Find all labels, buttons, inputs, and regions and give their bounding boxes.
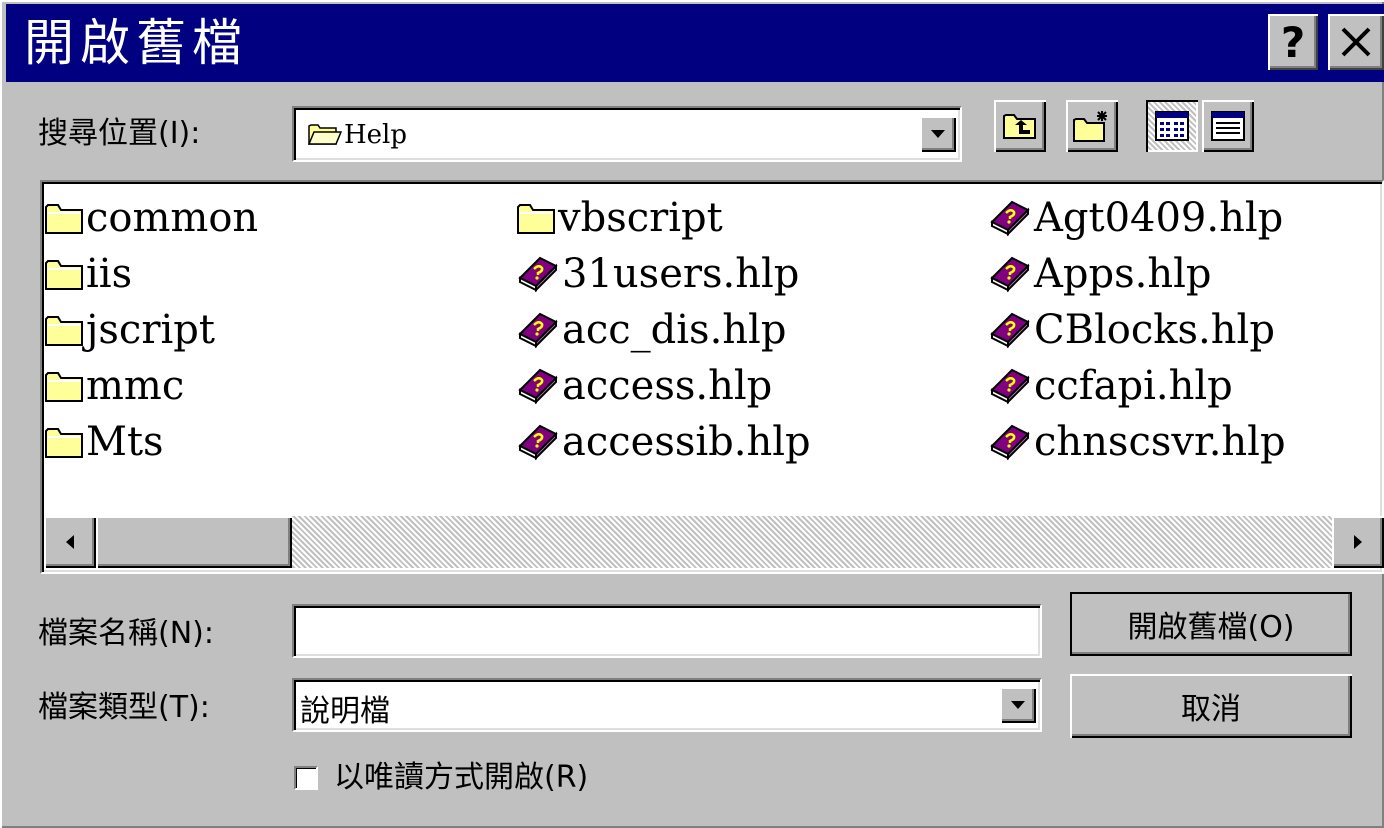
help-button[interactable]: ? xyxy=(1268,14,1318,70)
dialog-title: 開啟舊檔 xyxy=(24,14,248,72)
help-book-icon xyxy=(518,368,558,405)
folder-item[interactable]: mmc xyxy=(44,358,184,414)
close-button[interactable] xyxy=(1328,14,1384,70)
folder-icon xyxy=(45,372,83,402)
item-name: vbscript xyxy=(558,195,723,241)
file-item[interactable]: chnscsvr.hlp xyxy=(988,414,1286,470)
help-book-icon xyxy=(518,312,558,349)
help-book-icon xyxy=(990,368,1030,405)
file-name-input[interactable] xyxy=(292,604,1042,658)
file-type-label: 檔案類型(T): xyxy=(38,690,210,725)
item-name: jscript xyxy=(86,307,215,353)
folder-icon xyxy=(45,316,83,346)
folder-icon xyxy=(45,260,83,290)
help-book-icon xyxy=(990,256,1030,293)
dropdown-arrow-icon xyxy=(1011,701,1025,709)
new-folder-icon xyxy=(1073,111,1107,142)
file-type-combo[interactable]: 說明檔 xyxy=(292,678,1042,732)
item-name: iis xyxy=(86,251,133,297)
open-button[interactable]: 開啟舊檔(O) xyxy=(1070,592,1352,656)
file-item[interactable]: CBlocks.hlp xyxy=(988,302,1275,358)
item-name: Apps.hlp xyxy=(1034,251,1212,297)
file-item[interactable]: acc_dis.hlp xyxy=(516,302,786,358)
list-view-icon xyxy=(1155,111,1189,141)
scroll-right-button[interactable] xyxy=(1332,516,1384,568)
folder-icon xyxy=(45,428,83,458)
right-arrow-icon xyxy=(1354,535,1362,549)
help-book-icon xyxy=(518,256,558,293)
file-list[interactable]: common iis jscript mmc Mts vbscript 31users.hl… xyxy=(40,180,1384,574)
file-item[interactable]: accessib.hlp xyxy=(516,414,811,470)
folder-item[interactable]: jscript xyxy=(44,302,215,358)
item-name: accessib.hlp xyxy=(562,419,811,465)
item-name: chnscsvr.hlp xyxy=(1034,419,1286,465)
look-in-combo[interactable]: Help xyxy=(292,106,962,162)
item-name: CBlocks.hlp xyxy=(1034,307,1275,353)
left-arrow-icon xyxy=(66,535,74,549)
read-only-label[interactable]: 以唯讀方式開啟(R) xyxy=(334,758,588,798)
read-only-checkbox[interactable] xyxy=(294,766,318,790)
folder-item[interactable]: Mts xyxy=(44,414,164,470)
look-in-label: 搜尋位置(I): xyxy=(38,116,201,151)
up-folder-icon xyxy=(1003,114,1036,139)
file-item[interactable]: ccfapi.hlp xyxy=(988,358,1233,414)
cancel-button[interactable]: 取消 xyxy=(1070,674,1352,738)
scroll-left-button[interactable] xyxy=(44,516,96,568)
folder-item[interactable]: iis xyxy=(44,246,132,302)
look-in-dropdown-button[interactable] xyxy=(920,116,956,152)
help-book-icon xyxy=(990,312,1030,349)
item-name: common xyxy=(86,195,259,241)
folder-item[interactable]: vbscript xyxy=(516,190,723,246)
file-item[interactable]: access.hlp xyxy=(516,358,772,414)
list-view-button[interactable] xyxy=(1146,100,1198,152)
folder-icon xyxy=(517,204,555,234)
details-view-button[interactable] xyxy=(1202,100,1254,152)
folder-icon xyxy=(45,204,83,234)
file-type-dropdown-button[interactable] xyxy=(1000,687,1036,723)
look-in-value: Help xyxy=(344,120,408,150)
details-view-icon xyxy=(1211,111,1245,141)
item-name: 31users.hlp xyxy=(562,251,800,297)
close-icon xyxy=(1341,27,1371,57)
up-one-level-button[interactable] xyxy=(994,100,1046,152)
title-bar[interactable]: 開啟舊檔 ? xyxy=(6,4,1384,82)
new-folder-button[interactable] xyxy=(1066,100,1118,152)
item-name: Agt0409.hlp xyxy=(1034,195,1284,241)
help-book-icon xyxy=(990,200,1030,237)
item-name: acc_dis.hlp xyxy=(562,307,787,353)
open-folder-icon xyxy=(308,124,342,145)
file-item[interactable]: Apps.hlp xyxy=(988,246,1212,302)
scroll-thumb[interactable] xyxy=(96,516,292,568)
help-book-icon xyxy=(990,424,1030,461)
open-file-dialog: 開啟舊檔 ? 搜尋位置(I): Help common iis jscript … xyxy=(0,0,1384,828)
help-book-icon xyxy=(518,424,558,461)
item-name: ccfapi.hlp xyxy=(1034,363,1233,409)
dropdown-arrow-icon xyxy=(931,130,945,138)
file-item[interactable]: 31users.hlp xyxy=(516,246,799,302)
item-name: access.hlp xyxy=(562,363,773,409)
horizontal-scrollbar[interactable] xyxy=(44,516,1384,568)
item-name: mmc xyxy=(86,363,185,409)
file-item[interactable]: Agt0409.hlp xyxy=(988,190,1283,246)
file-type-value: 說明檔 xyxy=(300,694,390,729)
file-name-label: 檔案名稱(N): xyxy=(38,616,214,651)
folder-item[interactable]: common xyxy=(44,190,258,246)
item-name: Mts xyxy=(86,419,164,465)
